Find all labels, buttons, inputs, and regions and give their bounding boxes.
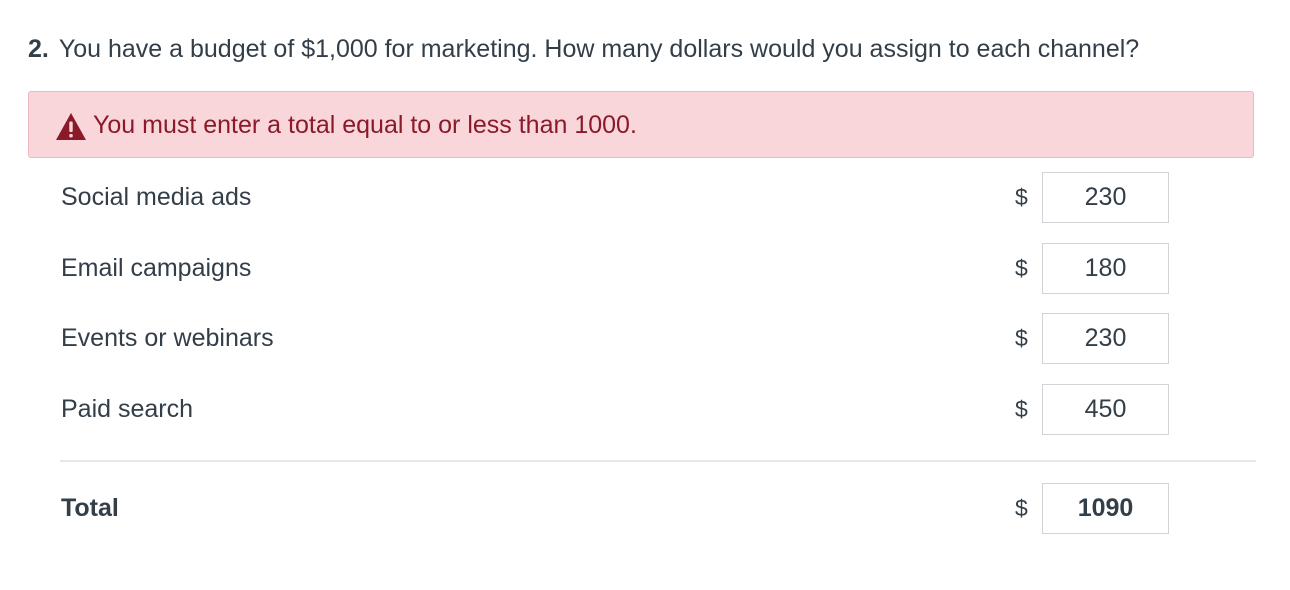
warning-triangle-icon bbox=[56, 113, 86, 140]
amount-input-email-campaigns[interactable] bbox=[1042, 243, 1169, 294]
amount-input-events-or-webinars[interactable] bbox=[1042, 313, 1169, 364]
total-row: Total $ bbox=[0, 483, 1290, 535]
currency-symbol: $ bbox=[1015, 184, 1028, 210]
allocation-row-email-campaigns: Email campaigns $ bbox=[0, 243, 1290, 295]
amount-input-paid-search[interactable] bbox=[1042, 384, 1169, 435]
total-label: Total bbox=[61, 494, 119, 522]
row-label: Email campaigns bbox=[61, 254, 252, 282]
question-text: You have a budget of $1,000 for marketin… bbox=[58, 35, 1140, 63]
row-label: Events or webinars bbox=[61, 324, 274, 352]
currency-symbol: $ bbox=[1015, 325, 1028, 351]
allocation-row-events-or-webinars: Events or webinars $ bbox=[0, 313, 1290, 365]
allocation-row-social-media-ads: Social media ads $ bbox=[0, 172, 1290, 224]
currency-symbol: $ bbox=[1015, 495, 1028, 521]
currency-symbol: $ bbox=[1015, 396, 1028, 422]
currency-symbol: $ bbox=[1015, 255, 1028, 281]
question-prompt: 2. You have a budget of $1,000 for market… bbox=[28, 30, 1268, 68]
total-value-field bbox=[1042, 483, 1169, 534]
error-message: You must enter a total equal to or less … bbox=[93, 111, 637, 139]
total-divider bbox=[60, 460, 1256, 462]
allocation-row-paid-search: Paid search $ bbox=[0, 384, 1290, 436]
amount-input-social-media-ads[interactable] bbox=[1042, 172, 1169, 223]
row-label: Paid search bbox=[61, 395, 194, 423]
row-label: Social media ads bbox=[61, 183, 252, 211]
question-number: 2. bbox=[28, 35, 49, 63]
validation-error-banner: You must enter a total equal to or less … bbox=[28, 91, 1254, 158]
